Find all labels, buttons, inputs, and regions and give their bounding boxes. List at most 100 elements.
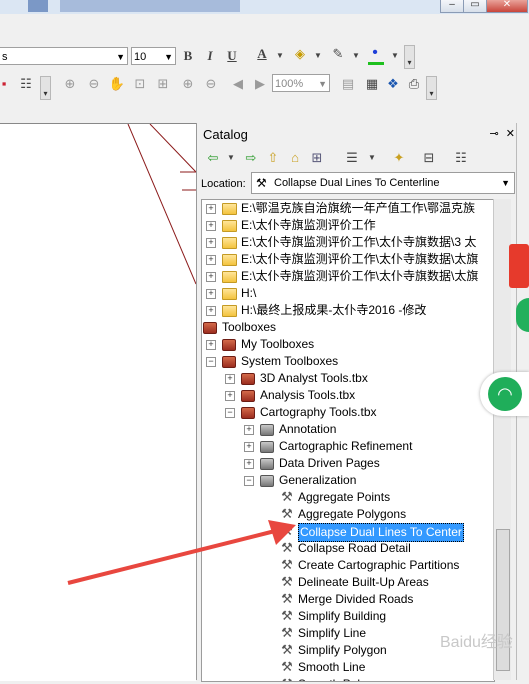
expand-icon[interactable]: + — [244, 442, 254, 452]
tree-node[interactable]: + E:\太仆寺旗监测评价工作\太仆寺旗数据\3 太 — [202, 234, 494, 251]
tree-node[interactable]: + E:\鄂温克族自治旗统一年产值工作\鄂温克族 — [202, 200, 494, 217]
zoom-in-icon[interactable]: ⊕ — [60, 74, 80, 94]
line-color-icon[interactable]: ✎ — [328, 44, 348, 64]
tree-node[interactable]: + E:\太仆寺旗监测评价工作\太仆寺旗数据\太旗 — [202, 268, 494, 285]
collapse-icon[interactable]: − — [244, 476, 254, 486]
forward-arrow-icon[interactable]: ⇨ — [241, 148, 261, 168]
location-combo[interactable]: ⚒ Collapse Dual Lines To Centerline ▼ — [251, 172, 515, 194]
collapse-icon[interactable]: − — [225, 408, 235, 418]
marker-color-icon[interactable]: • — [365, 43, 385, 63]
map-display[interactable] — [0, 123, 197, 681]
toggle-tree-icon[interactable]: ⊟ — [419, 148, 439, 168]
data-driven-pages-icon[interactable]: ⎙ — [404, 74, 424, 94]
tree-node[interactable]: − Generalization — [202, 472, 494, 489]
expand-icon[interactable]: + — [206, 340, 216, 350]
up-one-level-icon[interactable]: ⇧ — [263, 148, 283, 168]
expand-icon[interactable]: + — [206, 238, 216, 248]
home-folder-icon[interactable]: ⌂ — [285, 148, 305, 168]
tree-node[interactable]: ⚒ Create Cartographic Partitions — [202, 557, 494, 574]
tree-node[interactable]: ⚒ Collapse Road Detail — [202, 540, 494, 557]
chevron-down-icon[interactable]: ▼ — [362, 148, 382, 168]
font-size-combo[interactable]: 10 ▼ — [131, 47, 176, 65]
font-name-combo[interactable]: s ▼ — [0, 47, 128, 65]
fill-color-icon[interactable]: ◈ — [290, 44, 310, 64]
zoom-whole-page-icon[interactable]: ⊡ — [130, 74, 150, 94]
tree-node[interactable]: + E:\太仆寺旗监测评价工作 — [202, 217, 494, 234]
tree-node-label: Aggregate Points — [298, 490, 391, 504]
expand-icon[interactable]: + — [206, 204, 216, 214]
chevron-down-icon[interactable]: ▼ — [308, 46, 328, 66]
change-layout-icon[interactable]: ❖ — [383, 74, 403, 94]
tree-node[interactable]: − System Toolboxes — [202, 353, 494, 370]
wifi-overlay-button[interactable]: ◠ — [480, 372, 529, 416]
expand-icon[interactable]: + — [206, 306, 216, 316]
tree-node[interactable]: + Annotation — [202, 421, 494, 438]
toolbar-overflow-grip[interactable]: ▾ — [426, 76, 437, 100]
tree-node[interactable]: ⚒ Collapse Dual Lines To Center — [202, 523, 494, 542]
zoom-out-icon[interactable]: ⊖ — [84, 74, 104, 94]
italic-button[interactable]: I — [200, 46, 220, 66]
expand-icon[interactable]: + — [206, 255, 216, 265]
tree-node[interactable]: + H:\最终上报成果-太仆寺2016 -修改 — [202, 302, 494, 319]
tree-node[interactable]: ⚒ Merge Divided Roads — [202, 591, 494, 608]
minimize-button[interactable]: – — [440, 0, 464, 13]
chevron-down-icon[interactable]: ▼ — [221, 148, 241, 168]
tree-node[interactable]: ⚒ Delineate Built-Up Areas — [202, 574, 494, 591]
options-icon[interactable]: ☷ — [451, 148, 471, 168]
tree-node[interactable]: ⚒ Smooth Line — [202, 659, 494, 676]
tree-node[interactable]: − Cartography Tools.tbx — [202, 404, 494, 421]
tree-node[interactable]: + H:\ — [202, 285, 494, 302]
close-button[interactable]: ✕ — [486, 0, 528, 13]
close-icon[interactable]: ✕ — [506, 128, 515, 140]
chevron-down-icon[interactable]: ▼ — [270, 46, 290, 66]
tree-node[interactable]: + Analysis Tools.tbx — [202, 387, 494, 404]
tree-node[interactable]: + Data Driven Pages — [202, 455, 494, 472]
tree-node[interactable]: +3D Analyst Tools.tbx — [202, 370, 494, 387]
chevron-down-icon[interactable]: ▼ — [385, 46, 405, 66]
tree-node[interactable]: −Toolboxes — [202, 319, 494, 336]
views-icon[interactable]: ☰ — [342, 148, 362, 168]
font-color-button[interactable]: A — [252, 44, 272, 64]
fixed-zoom-out-icon[interactable]: ⊖ — [201, 74, 221, 94]
new-folder-icon[interactable]: ✦ — [389, 148, 409, 168]
bold-button[interactable]: B — [178, 46, 198, 66]
toolbar-overflow-grip[interactable]: ▾ — [404, 45, 415, 69]
collapse-icon[interactable]: − — [206, 357, 216, 367]
toolbar-overflow-grip[interactable]: ▾ — [40, 76, 51, 100]
tool-hammer-icon: ⚒ — [281, 540, 293, 555]
fixed-zoom-in-icon[interactable]: ⊕ — [178, 74, 198, 94]
tree-node[interactable]: ⚒ Aggregate Points — [202, 489, 494, 506]
properties-icon[interactable]: ☷ — [16, 74, 36, 94]
tree-node-label: 3D Analyst Tools.tbx — [260, 371, 368, 385]
tree-node[interactable]: ⚒Smooth Polygon — [202, 676, 494, 682]
pin-icon[interactable]: ⊸ — [490, 128, 499, 140]
expand-icon[interactable]: + — [206, 289, 216, 299]
catalog-tree[interactable]: + E:\鄂温克族自治旗统一年产值工作\鄂温克族 + E:\太仆寺旗监测评价工作 + E:… — [201, 199, 495, 682]
restore-button[interactable]: ▭ — [463, 0, 487, 13]
toggle-draft-mode-icon[interactable]: ▤ — [338, 74, 358, 94]
underline-button[interactable]: U — [222, 46, 242, 66]
tool-hammer-icon: ⚒ — [281, 608, 293, 623]
zoom-percent-combo[interactable]: 100% ▼ — [272, 74, 330, 92]
layout-tool-icon[interactable]: ▪ — [0, 74, 14, 94]
zoom-100-icon[interactable]: ⊞ — [153, 74, 173, 94]
connect-folder-icon[interactable]: ⊞ — [307, 148, 327, 168]
tree-node[interactable]: + My Toolboxes — [202, 336, 494, 353]
tree-node[interactable]: ⚒ Aggregate Polygons — [202, 506, 494, 523]
forward-extent-icon[interactable]: ▶ — [250, 74, 270, 94]
back-extent-icon[interactable]: ◀ — [228, 74, 248, 94]
tree-node[interactable]: ⚒ Simplify Building — [202, 608, 494, 625]
chevron-down-icon[interactable]: ▼ — [346, 46, 366, 66]
expand-icon[interactable]: + — [225, 391, 235, 401]
expand-icon[interactable]: + — [244, 425, 254, 435]
expand-icon[interactable]: + — [225, 374, 235, 384]
tree-node[interactable]: + E:\太仆寺旗监测评价工作\太仆寺旗数据\太旗 — [202, 251, 494, 268]
tree-node[interactable]: + Cartographic Refinement — [202, 438, 494, 455]
toolbox-icon — [222, 339, 236, 351]
back-arrow-icon[interactable]: ⇦ — [203, 148, 223, 168]
focus-data-frame-icon[interactable]: ▦ — [362, 74, 382, 94]
pan-icon[interactable]: ✋ — [107, 74, 127, 94]
expand-icon[interactable]: + — [206, 221, 216, 231]
expand-icon[interactable]: + — [206, 272, 216, 282]
expand-icon[interactable]: + — [244, 459, 254, 469]
